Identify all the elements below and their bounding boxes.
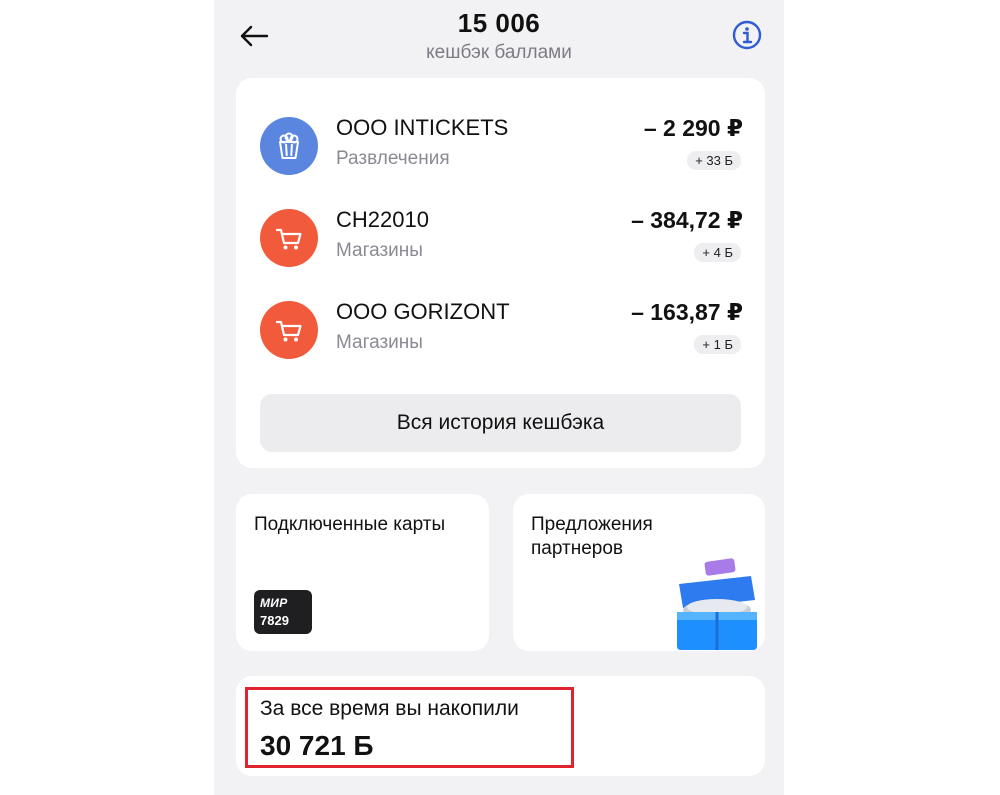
merchant-name: ООО INTICKETS	[336, 115, 509, 140]
category-avatar	[260, 117, 318, 175]
info-icon	[732, 20, 762, 50]
transactions-card: ООО INTICKETS Развлечения – 2 290 ₽ + 33…	[236, 78, 765, 468]
bonus-badge: + 33 Б	[687, 151, 741, 170]
bonus-badge: + 1 Б	[694, 335, 741, 354]
connected-cards-tile[interactable]: Подключенные карты МИР 7829	[236, 494, 489, 651]
transaction-row[interactable]: ООО INTICKETS Развлечения – 2 290 ₽ + 33…	[236, 101, 765, 181]
merchant-category: Магазины	[336, 332, 423, 353]
highlight-frame	[245, 687, 574, 768]
card-brand: МИР	[260, 596, 288, 610]
merchant-name: ООО GORIZONT	[336, 299, 510, 324]
transaction-amount: – 163,87 ₽	[631, 299, 743, 325]
bonus-badge: + 4 Б	[694, 243, 741, 262]
popcorn-icon	[279, 132, 299, 159]
transaction-row[interactable]: ООО GORIZONT Магазины – 163,87 ₽ + 1 Б	[236, 285, 765, 365]
category-avatar	[260, 301, 318, 359]
cashback-history-button[interactable]: Вся история кешбэка	[260, 394, 741, 452]
cart-icon	[275, 228, 302, 250]
merchant-category: Магазины	[336, 240, 423, 261]
phone-screen: 15 006 кешбэк баллами ООО INTICKETS Разв…	[214, 0, 784, 795]
card-number: 7829	[260, 613, 289, 628]
page-title: 15 006	[457, 8, 541, 38]
page-subtitle: кешбэк баллами	[426, 42, 572, 63]
header: 15 006 кешбэк баллами	[214, 0, 784, 72]
transaction-amount: – 2 290 ₽	[643, 115, 743, 141]
tile-title: Подключенные карты	[254, 514, 446, 535]
info-button[interactable]	[730, 18, 764, 52]
mir-card-thumbnail: МИР 7829	[254, 590, 312, 634]
category-avatar	[260, 209, 318, 267]
transaction-amount: – 384,72 ₽	[631, 207, 743, 233]
merchant-category: Развлечения	[336, 148, 450, 169]
cart-icon	[275, 320, 302, 342]
transaction-row[interactable]: CH22010 Магазины – 384,72 ₽ + 4 Б	[236, 193, 765, 273]
partner-offers-tile[interactable]: Предложения партнеров	[513, 494, 765, 651]
gift-box-icon	[677, 558, 757, 650]
merchant-name: CH22010	[336, 207, 429, 232]
